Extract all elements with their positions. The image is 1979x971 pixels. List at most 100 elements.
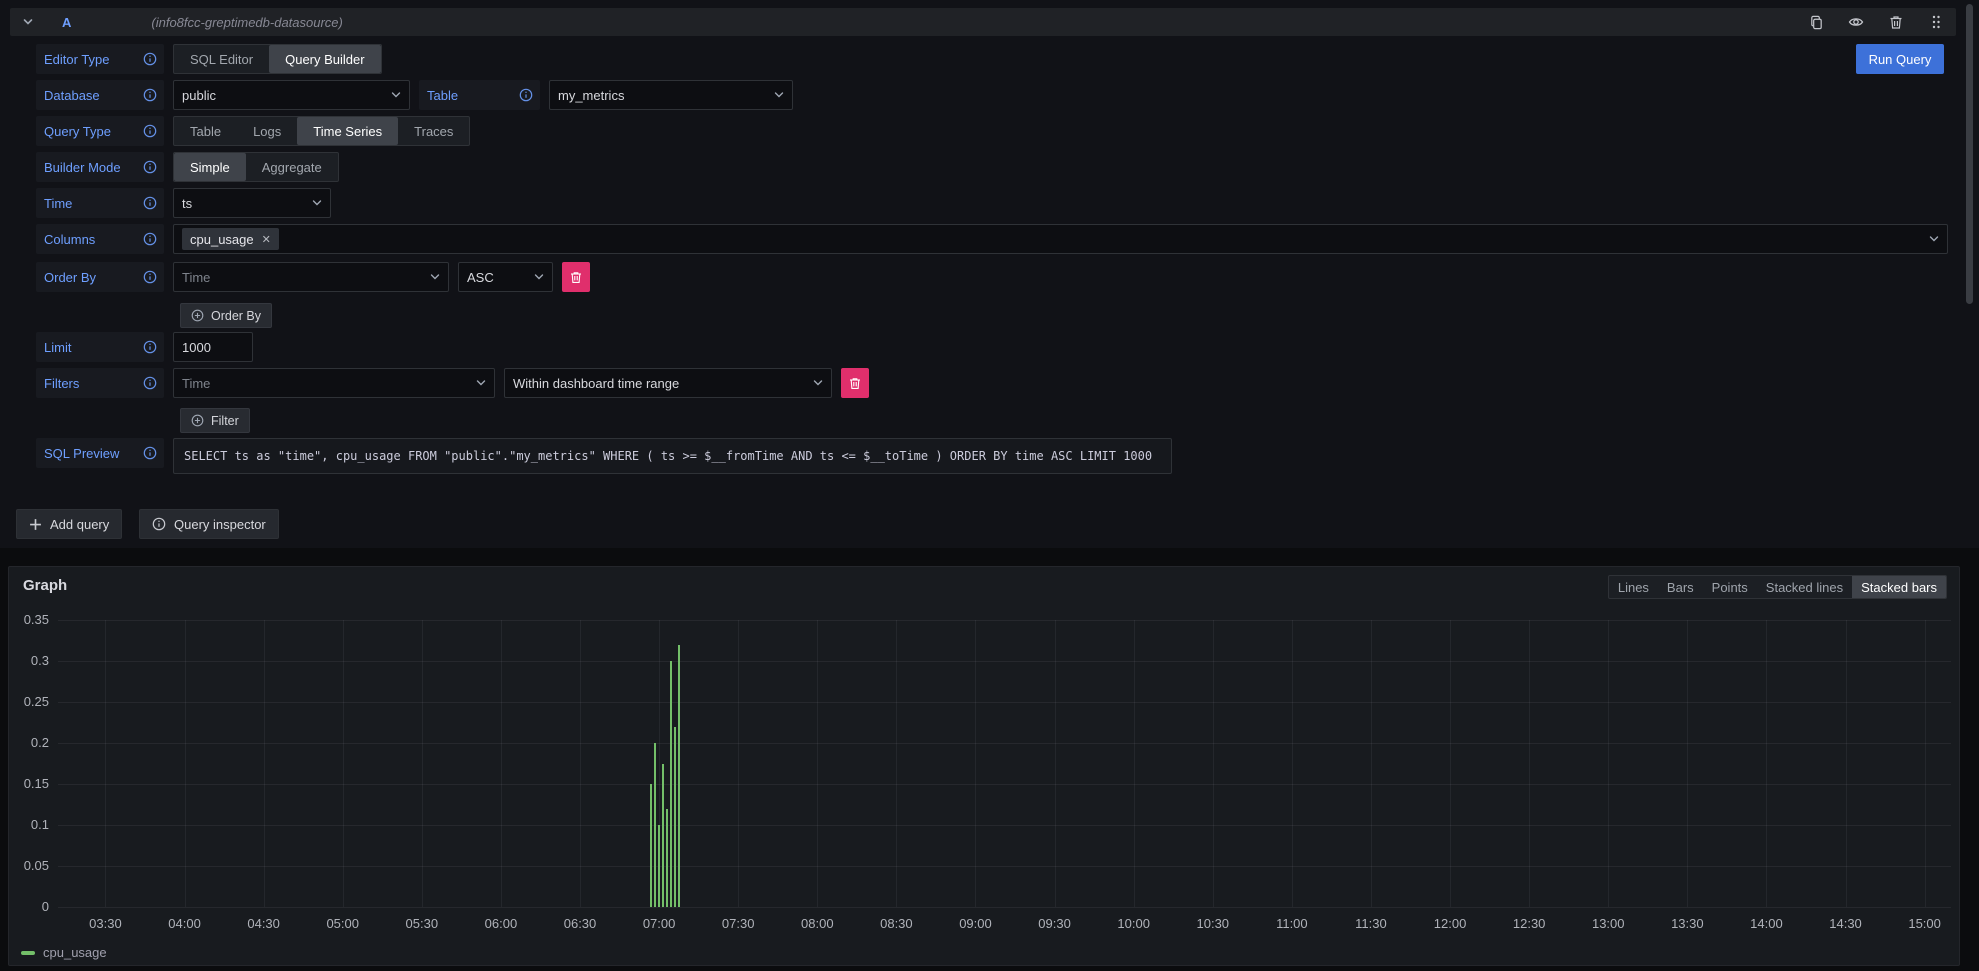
remove-tag-icon[interactable]: ✕ xyxy=(262,233,271,246)
legend-item-cpu-usage[interactable]: cpu_usage xyxy=(21,945,107,960)
legend-swatch xyxy=(21,951,35,955)
remove-order-by-button[interactable] xyxy=(562,262,590,292)
info-icon[interactable] xyxy=(143,446,157,460)
add-filter-button[interactable]: Filter xyxy=(180,408,250,433)
info-icon[interactable] xyxy=(143,88,157,102)
mode-bars[interactable]: Bars xyxy=(1658,576,1703,598)
panel-title: Graph xyxy=(23,577,67,594)
query-type-option-traces[interactable]: Traces xyxy=(398,117,469,145)
grid-line-vertical xyxy=(1292,620,1293,907)
grid-line-vertical xyxy=(1055,620,1056,907)
grid-line-vertical xyxy=(1134,620,1135,907)
chevron-down-icon xyxy=(1929,234,1939,244)
drag-handle-icon[interactable] xyxy=(1928,14,1944,30)
time-row: Time ts xyxy=(36,188,1948,218)
limit-input[interactable] xyxy=(173,332,253,362)
database-row: Database public Table my_metrics xyxy=(36,80,1948,110)
y-axis-tick-label: 0.3 xyxy=(31,653,49,669)
add-order-by-button[interactable]: Order By xyxy=(180,303,272,328)
query-type-option-table[interactable]: Table xyxy=(174,117,237,145)
mode-points[interactable]: Points xyxy=(1703,576,1757,598)
scrollbar-thumb[interactable] xyxy=(1966,4,1973,304)
builder-mode-option-aggregate[interactable]: Aggregate xyxy=(246,153,338,181)
x-axis-tick-label: 07:00 xyxy=(629,916,689,931)
grid-line-vertical xyxy=(1371,620,1372,907)
query-inspector-button[interactable]: Query inspector xyxy=(139,509,279,539)
x-axis-tick-label: 13:30 xyxy=(1657,916,1717,931)
chevron-down-icon xyxy=(391,90,401,100)
table-label-text: Table xyxy=(427,88,458,103)
filters-label-text: Filters xyxy=(44,376,79,391)
x-axis-tick-label: 11:30 xyxy=(1341,916,1401,931)
x-axis-tick-label: 03:30 xyxy=(75,916,135,931)
order-by-direction-select[interactable]: ASC xyxy=(458,262,553,292)
builder-mode-option-simple[interactable]: Simple xyxy=(174,153,246,181)
remove-filter-button[interactable] xyxy=(841,368,869,398)
mode-stacked-bars[interactable]: Stacked bars xyxy=(1852,576,1946,598)
table-select[interactable]: my_metrics xyxy=(549,80,793,110)
filter-condition-select[interactable]: Within dashboard time range xyxy=(504,368,832,398)
graph-mode-toggle: Lines Bars Points Stacked lines Stacked … xyxy=(1608,575,1947,599)
sql-preview-code: SELECT ts as "time", cpu_usage FROM "pub… xyxy=(173,438,1172,474)
info-icon[interactable] xyxy=(143,52,157,66)
builder-mode-label: Builder Mode xyxy=(36,152,164,182)
builder-mode-segmented: Simple Aggregate xyxy=(173,152,339,182)
columns-multiselect[interactable]: cpu_usage ✕ xyxy=(173,224,1948,254)
info-icon[interactable] xyxy=(143,196,157,210)
mode-stacked-lines[interactable]: Stacked lines xyxy=(1757,576,1852,598)
order-by-label-text: Order By xyxy=(44,270,96,285)
y-axis-tick-label: 0.2 xyxy=(31,735,49,751)
table-label: Table xyxy=(419,80,540,110)
query-type-option-logs[interactable]: Logs xyxy=(237,117,297,145)
query-type-label-text: Query Type xyxy=(44,124,111,139)
filters-row: Filters Time Within dashboard time range xyxy=(36,368,1948,398)
database-select[interactable]: public xyxy=(173,80,410,110)
x-axis-tick-label: 12:30 xyxy=(1499,916,1559,931)
add-query-button[interactable]: Add query xyxy=(16,509,122,539)
order-by-field-select[interactable]: Time xyxy=(173,262,449,292)
info-icon[interactable] xyxy=(143,160,157,174)
info-icon[interactable] xyxy=(143,376,157,390)
grid-line-horizontal xyxy=(58,907,1951,908)
info-icon[interactable] xyxy=(143,270,157,284)
filter-field-value: Time xyxy=(182,376,468,391)
grid-line-vertical xyxy=(1529,620,1530,907)
sql-preview-row: SQL Preview SELECT ts as "time", cpu_usa… xyxy=(36,438,1948,474)
query-type-option-time-series[interactable]: Time Series xyxy=(297,117,398,145)
editor-type-label-text: Editor Type xyxy=(44,52,110,67)
filter-field-select[interactable]: Time xyxy=(173,368,495,398)
legend-label: cpu_usage xyxy=(43,945,107,960)
x-axis-tick-label: 14:30 xyxy=(1816,916,1876,931)
collapse-chevron-icon[interactable] xyxy=(22,16,34,28)
time-column-select[interactable]: ts xyxy=(173,188,331,218)
duplicate-query-icon[interactable] xyxy=(1808,14,1824,30)
chevron-down-icon xyxy=(813,378,823,388)
circle-plus-icon xyxy=(191,414,204,427)
chart-bar xyxy=(670,661,673,907)
x-axis-tick-label: 06:00 xyxy=(471,916,531,931)
info-icon[interactable] xyxy=(143,340,157,354)
chevron-down-icon xyxy=(430,272,440,282)
x-axis-tick-label: 15:00 xyxy=(1895,916,1955,931)
x-axis-tick-label: 09:00 xyxy=(945,916,1005,931)
filters-label: Filters xyxy=(36,368,164,398)
order-by-field-value: Time xyxy=(182,270,422,285)
info-icon[interactable] xyxy=(143,124,157,138)
mode-lines[interactable]: Lines xyxy=(1609,576,1658,598)
hide-query-eye-icon[interactable] xyxy=(1848,14,1864,30)
graph-panel: Graph Lines Bars Points Stacked lines St… xyxy=(8,566,1960,966)
filter-condition-value: Within dashboard time range xyxy=(513,376,805,391)
x-axis-tick-label: 10:00 xyxy=(1104,916,1164,931)
x-axis-tick-label: 08:30 xyxy=(866,916,926,931)
info-icon[interactable] xyxy=(143,232,157,246)
delete-query-trash-icon[interactable] xyxy=(1888,14,1904,30)
info-icon[interactable] xyxy=(519,88,533,102)
plot-area: 00.050.10.150.20.250.30.3503:3004:0004:3… xyxy=(58,620,1951,907)
editor-type-option-query-builder[interactable]: Query Builder xyxy=(269,45,380,73)
x-axis-tick-label: 04:30 xyxy=(234,916,294,931)
query-header[interactable]: A (info8fcc-greptimedb-datasource) xyxy=(10,8,1956,36)
editor-type-option-sql-editor[interactable]: SQL Editor xyxy=(174,45,269,73)
y-axis-tick-label: 0.05 xyxy=(24,858,49,874)
x-axis-tick-label: 09:30 xyxy=(1025,916,1085,931)
grid-line-vertical xyxy=(1450,620,1451,907)
